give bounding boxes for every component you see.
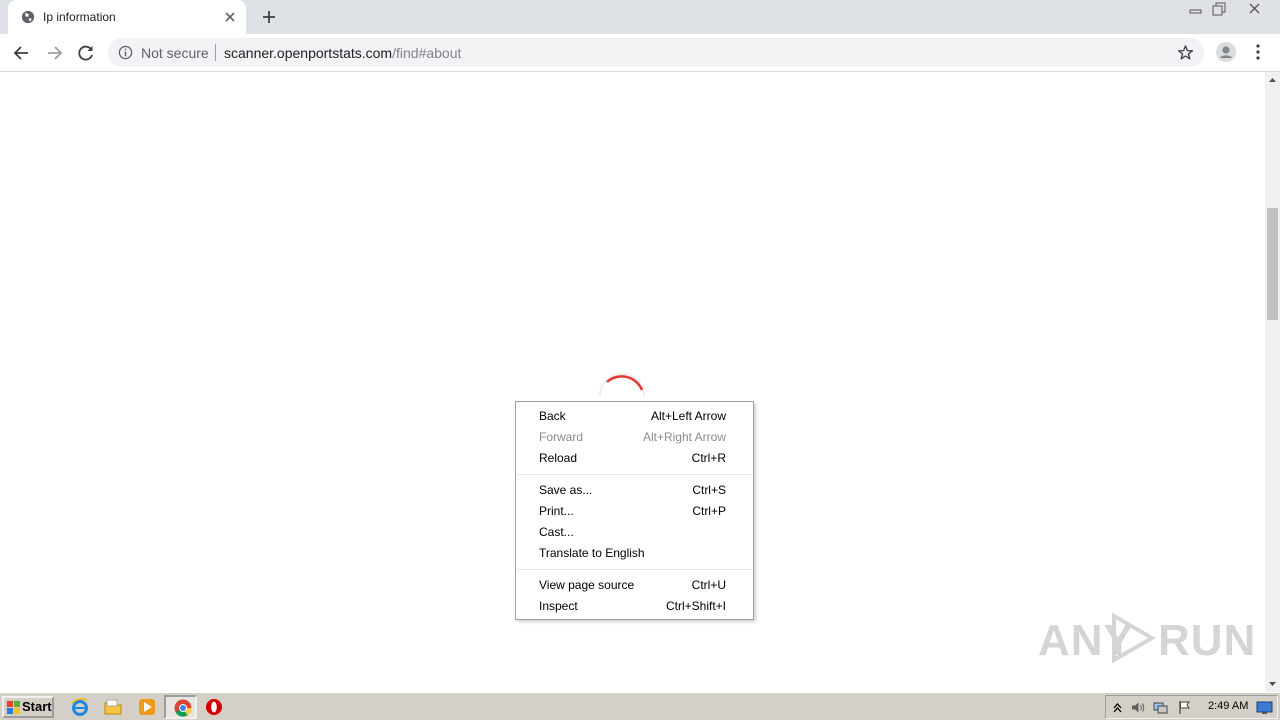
- menu-item-inspect[interactable]: Inspect Ctrl+Shift+I: [516, 596, 753, 617]
- action-center-flag-icon[interactable]: [1177, 700, 1192, 715]
- scrollbar-thumb[interactable]: [1267, 208, 1278, 320]
- arrow-right-icon[interactable]: [43, 42, 65, 64]
- toolbar: Not secure scanner.openportstats.com/fin…: [0, 34, 1280, 72]
- plus-icon[interactable]: [260, 8, 278, 26]
- menu-item-translate[interactable]: Translate to English: [516, 543, 753, 564]
- menu-item-print[interactable]: Print... Ctrl+P: [516, 501, 753, 522]
- menu-item-label: View page source: [539, 578, 635, 592]
- close-icon[interactable]: [222, 9, 238, 25]
- reload-icon[interactable]: [75, 42, 97, 64]
- play-icon: [1112, 612, 1156, 664]
- star-icon[interactable]: [1177, 44, 1194, 61]
- security-label[interactable]: Not secure: [141, 45, 209, 61]
- globe-icon: [21, 10, 35, 24]
- menu-item-label: Inspect: [539, 599, 578, 613]
- divider: [215, 44, 216, 61]
- restore-icon[interactable]: [1208, 0, 1232, 18]
- url-host: scanner.openportstats.com: [224, 45, 393, 61]
- clock[interactable]: 2:49 AM: [1208, 700, 1248, 712]
- menu-item-forward[interactable]: Forward Alt+Right Arrow: [516, 427, 753, 448]
- menu-item-label: Cast...: [539, 525, 574, 539]
- internet-explorer-icon[interactable]: [70, 697, 90, 717]
- menu-item-label: Translate to English: [539, 546, 645, 560]
- menu-item-label: Save as...: [539, 483, 593, 497]
- tab-ip-information[interactable]: Ip information: [8, 0, 246, 34]
- show-hidden-icon[interactable]: [1110, 700, 1125, 715]
- scroll-down-arrow-icon[interactable]: [1265, 675, 1280, 692]
- address-bar[interactable]: Not secure scanner.openportstats.com/fin…: [108, 38, 1204, 67]
- menu-item-shortcut: Alt+Left Arrow: [650, 409, 726, 423]
- chrome-icon: [174, 699, 192, 717]
- spinner-icon: [599, 373, 645, 397]
- media-player-icon[interactable]: [137, 697, 157, 717]
- menu-item-view-source[interactable]: View page source Ctrl+U: [516, 575, 753, 596]
- menu-item-label: Reload: [539, 451, 578, 465]
- taskbar: Start 2:49 AM: [0, 692, 1280, 720]
- menu-item-label: Forward: [539, 430, 584, 444]
- tab-title: Ip information: [43, 10, 116, 24]
- start-button[interactable]: Start: [2, 696, 54, 718]
- start-label: Start: [22, 699, 52, 714]
- account-icon[interactable]: [1215, 41, 1237, 63]
- minimize-icon[interactable]: [1184, 0, 1208, 18]
- more-vert-icon[interactable]: [1250, 43, 1266, 61]
- show-desktop-icon[interactable]: [1256, 700, 1273, 715]
- arrow-left-icon[interactable]: [11, 42, 33, 64]
- menu-item-save-as[interactable]: Save as... Ctrl+S: [516, 480, 753, 501]
- menu-separator: [517, 569, 752, 570]
- watermark-text-right: RUN: [1158, 616, 1257, 665]
- system-tray: 2:49 AM: [1105, 695, 1278, 719]
- menu-item-shortcut: Alt+Right Arrow: [642, 430, 726, 444]
- url-text[interactable]: scanner.openportstats.com/find#about: [224, 45, 461, 61]
- context-menu: Back Alt+Left Arrow Forward Alt+Right Ar…: [515, 401, 754, 620]
- menu-item-shortcut: Ctrl+Shift+I: [665, 599, 726, 613]
- url-path: /find#about: [392, 45, 462, 61]
- menu-item-back[interactable]: Back Alt+Left Arrow: [516, 406, 753, 427]
- anyrun-watermark: ANY RUN: [1036, 608, 1255, 668]
- speaker-icon[interactable]: [1130, 700, 1145, 715]
- scroll-up-arrow-icon[interactable]: [1265, 72, 1280, 89]
- menu-item-shortcut: Ctrl+S: [692, 483, 726, 497]
- network-icon[interactable]: [1153, 700, 1168, 715]
- menu-item-label: Back: [539, 409, 566, 423]
- vertical-scrollbar[interactable]: [1265, 72, 1280, 692]
- info-icon[interactable]: [118, 45, 133, 60]
- opera-icon[interactable]: [204, 697, 224, 717]
- menu-item-label: Print...: [539, 504, 574, 518]
- menu-item-cast[interactable]: Cast...: [516, 522, 753, 543]
- folder-icon[interactable]: [103, 697, 123, 717]
- tab-strip: Ip information: [0, 0, 1280, 34]
- close-icon[interactable]: [1240, 0, 1270, 18]
- windows-logo-icon: [6, 700, 21, 715]
- menu-item-reload[interactable]: Reload Ctrl+R: [516, 448, 753, 469]
- taskbar-button-chrome[interactable]: [164, 695, 197, 719]
- menu-item-shortcut: Ctrl+R: [691, 451, 726, 465]
- menu-separator: [517, 474, 752, 475]
- menu-item-shortcut: Ctrl+U: [691, 578, 726, 592]
- menu-item-shortcut: Ctrl+P: [692, 504, 726, 518]
